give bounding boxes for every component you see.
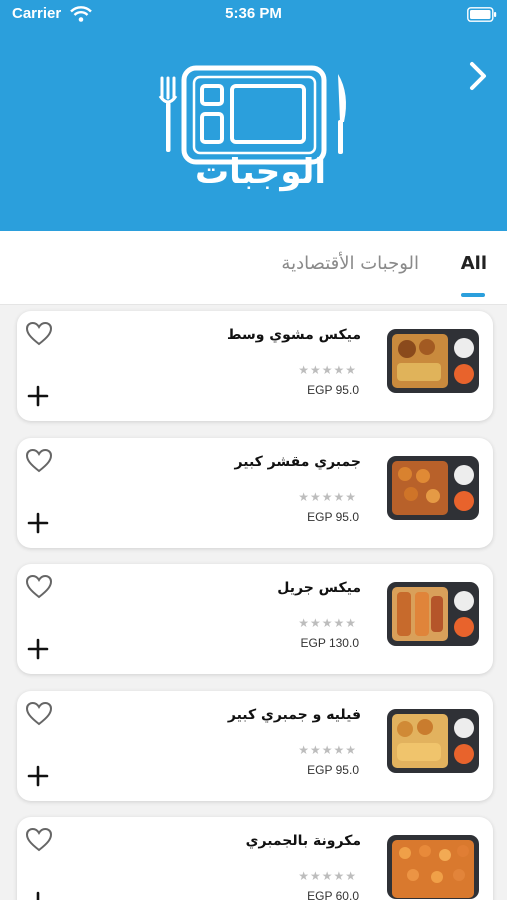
meal-name: ميكس مشوي وسط [226, 327, 361, 343]
tab-economy-meals[interactable]: الوجبات الأقتصادية [281, 253, 419, 274]
active-tab-indicator [461, 293, 485, 297]
meal-rating-stars: ★★★★★ [298, 616, 357, 630]
plus-icon[interactable] [27, 385, 49, 407]
category-tabs: All الوجبات الأقتصادية [0, 231, 507, 305]
meal-image [387, 329, 479, 393]
battery-icon [467, 7, 497, 22]
plus-icon[interactable] [27, 891, 49, 900]
meal-rating-stars: ★★★★★ [298, 869, 357, 883]
meal-price: EGP 60.0 [307, 889, 359, 900]
status-bar: Carrier 5:36 PM [0, 0, 507, 30]
meal-card[interactable]: ميكس مشوي وسط ★★★★★ EGP 95.0 [17, 311, 493, 421]
plus-icon[interactable] [27, 512, 49, 534]
meal-image [387, 582, 479, 646]
meals-list[interactable]: ميكس مشوي وسط ★★★★★ EGP 95.0 جمبري مقشر … [0, 305, 507, 900]
meal-image [387, 456, 479, 520]
header: Carrier 5:36 PM الوجبات [0, 0, 507, 231]
meal-rating-stars: ★★★★★ [298, 743, 357, 757]
meal-price: EGP 95.0 [307, 510, 359, 524]
meal-price: EGP 95.0 [307, 383, 359, 397]
meal-name: فيليه و جمبري كبير [227, 707, 361, 723]
meal-price: EGP 130.0 [300, 636, 360, 650]
heart-icon[interactable] [25, 321, 53, 347]
meal-card[interactable]: فيليه و جمبري كبير ★★★★★ EGP 95.0 [17, 691, 493, 801]
meal-card[interactable]: جمبري مقشر كبير ★★★★★ EGP 95.0 [17, 438, 493, 548]
logo-text: الوجبات [195, 152, 327, 192]
meal-image [387, 709, 479, 773]
meal-name: مكرونة بالجمبري [245, 833, 361, 849]
meal-card[interactable]: ميكس جريل ★★★★★ EGP 130.0 [17, 564, 493, 674]
tab-all[interactable]: All [461, 253, 487, 274]
meal-rating-stars: ★★★★★ [298, 363, 357, 377]
meal-rating-stars: ★★★★★ [298, 490, 357, 504]
meal-card[interactable]: مكرونة بالجمبري ★★★★★ EGP 60.0 [17, 817, 493, 900]
plus-icon[interactable] [27, 765, 49, 787]
meal-name: جمبري مقشر كبير [234, 454, 361, 470]
heart-icon[interactable] [25, 574, 53, 600]
heart-icon[interactable] [25, 701, 53, 727]
heart-icon[interactable] [25, 448, 53, 474]
meal-name: ميكس جريل [277, 580, 361, 596]
meal-image [387, 835, 479, 899]
plus-icon[interactable] [27, 638, 49, 660]
back-chevron-icon[interactable] [463, 56, 493, 96]
status-time: 5:36 PM [225, 5, 282, 22]
heart-icon[interactable] [25, 827, 53, 853]
meal-price: EGP 95.0 [307, 763, 359, 777]
